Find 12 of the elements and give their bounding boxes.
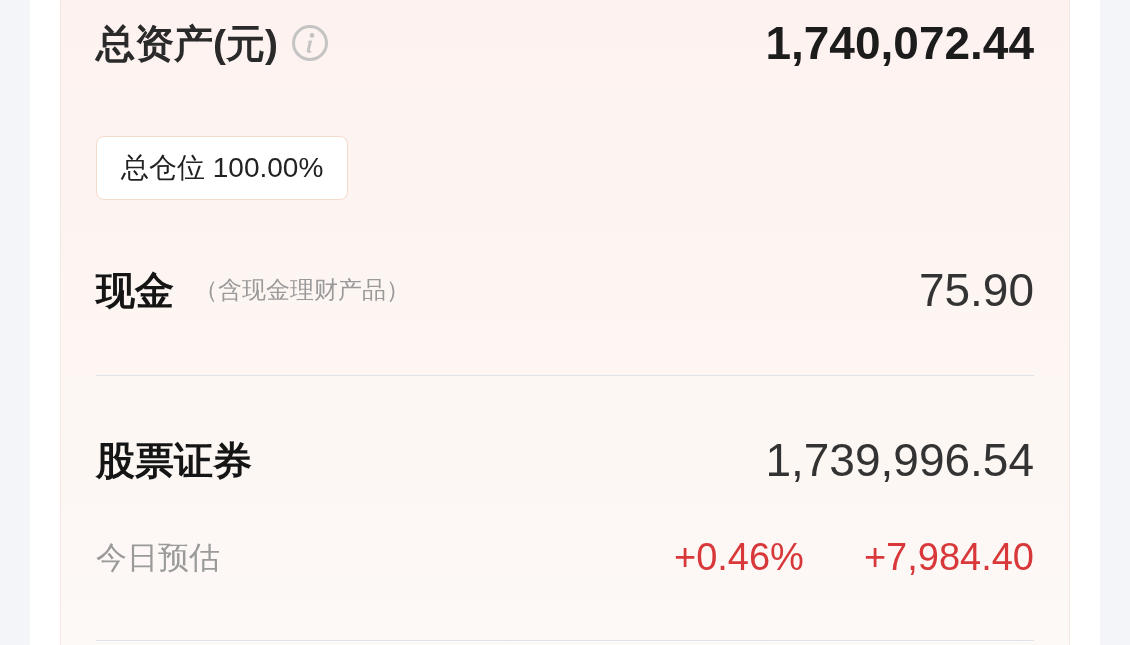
row-value: 1,739,996.54 — [765, 437, 1034, 483]
total-assets-title: 总资产(元) — [96, 23, 278, 63]
row-note: （含现金理财产品） — [194, 278, 410, 302]
row-label: 现金 — [96, 270, 174, 310]
position-tag: 总仓位 100.00% — [96, 136, 349, 200]
change-percent: +0.46% — [673, 538, 804, 576]
row-label: 股票证券 — [96, 440, 252, 480]
info-icon[interactable] — [292, 25, 328, 61]
total-assets-value: 1,740,072.44 — [765, 20, 1034, 66]
today-estimate-label: 今日预估 — [96, 541, 220, 573]
change-amount: +7,984.40 — [863, 538, 1034, 576]
row-value: 75.90 — [918, 267, 1034, 313]
